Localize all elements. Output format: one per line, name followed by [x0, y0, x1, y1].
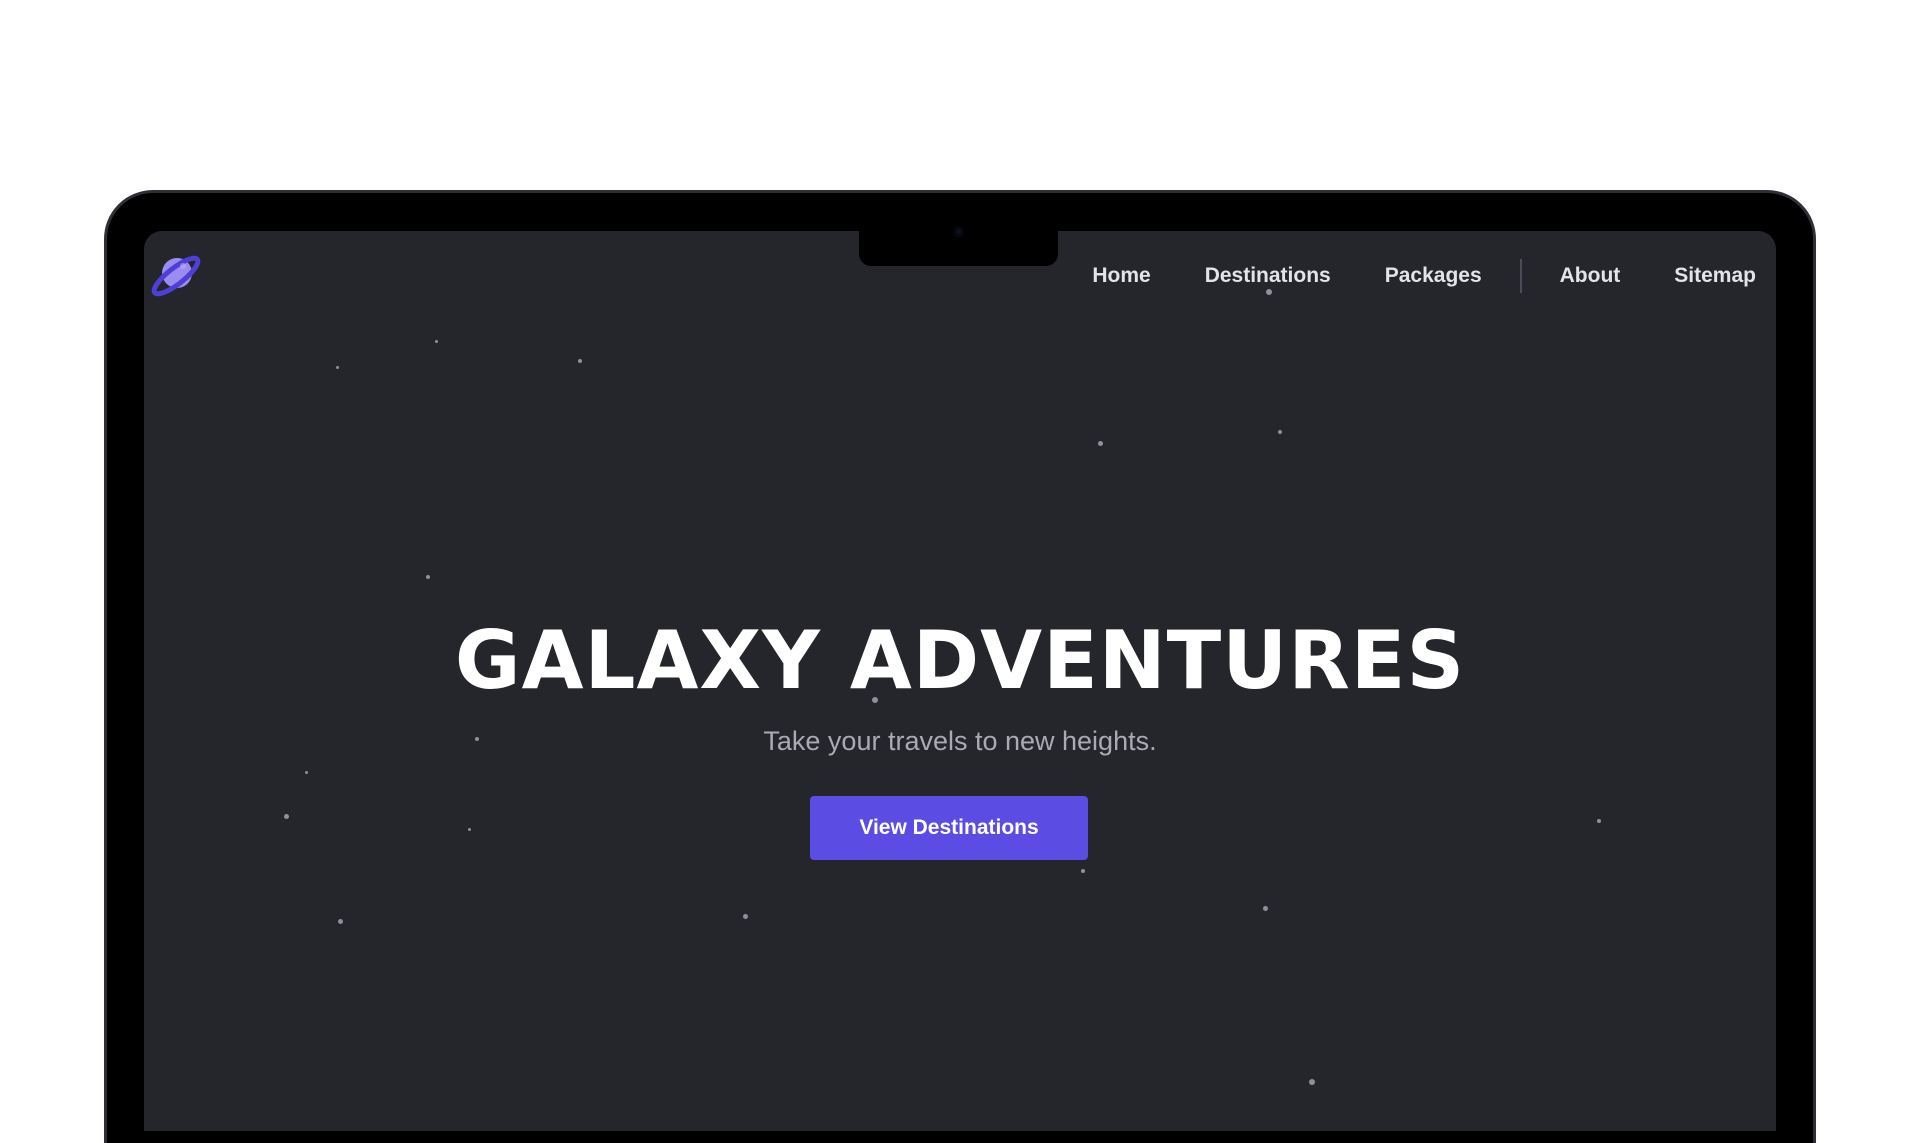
- nav-link-sitemap[interactable]: Sitemap: [1674, 264, 1756, 288]
- nav-link-packages[interactable]: Packages: [1385, 264, 1482, 288]
- star: [426, 575, 430, 579]
- view-destinations-button[interactable]: View Destinations: [810, 796, 1088, 860]
- star: [1278, 430, 1282, 434]
- star: [1081, 869, 1085, 873]
- star: [1263, 906, 1268, 911]
- star: [1597, 819, 1601, 823]
- planet-logo-icon[interactable]: [148, 246, 206, 304]
- star: [743, 914, 748, 919]
- main-nav: Home Destinations Packages About Sitemap: [1092, 259, 1756, 293]
- star: [336, 366, 339, 369]
- website-screen: Home Destinations Packages About Sitemap…: [144, 231, 1776, 1131]
- star: [284, 814, 289, 819]
- star: [338, 919, 343, 924]
- nav-link-about[interactable]: About: [1560, 264, 1621, 288]
- nav-link-destinations[interactable]: Destinations: [1205, 264, 1331, 288]
- star: [578, 359, 582, 363]
- star: [468, 828, 471, 831]
- webcam-icon: [953, 226, 964, 237]
- star: [1266, 289, 1272, 295]
- hero-title: GALAXY ADVENTURES: [454, 614, 1466, 707]
- nav-divider: [1519, 259, 1522, 293]
- star: [435, 340, 438, 343]
- nav-link-home[interactable]: Home: [1092, 264, 1150, 288]
- hero-subtitle: Take your travels to new heights.: [763, 726, 1157, 756]
- star: [305, 771, 308, 774]
- star: [1098, 441, 1103, 446]
